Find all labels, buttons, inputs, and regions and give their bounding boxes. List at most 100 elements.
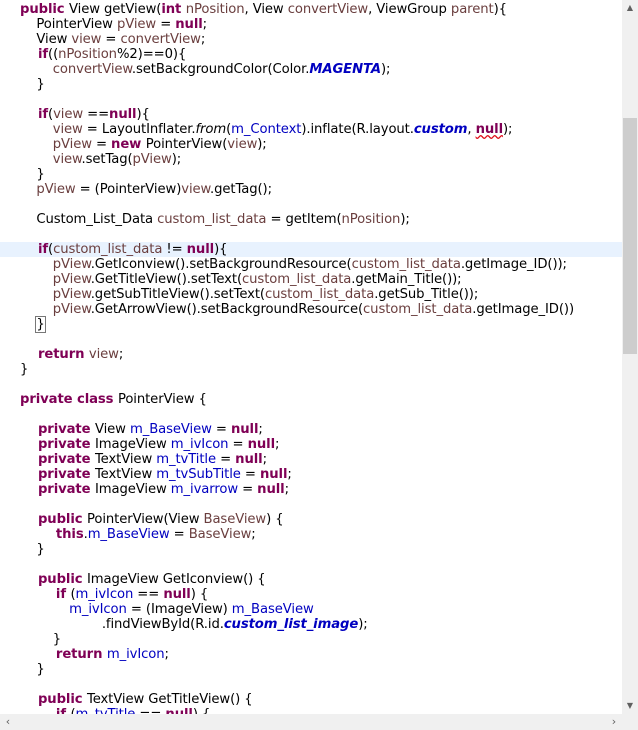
scroll-down-icon[interactable]: ▼ (622, 698, 638, 714)
code-line[interactable]: public TextView GetTitleView() { (0, 692, 253, 707)
code-line[interactable]: } (0, 77, 45, 92)
code-token: convertView (20, 62, 132, 77)
code-editor[interactable]: public View getView(int nPosition, View … (0, 0, 622, 714)
code-line[interactable]: return view; (0, 347, 123, 362)
code-line[interactable]: if((nPosition%2)==0){ (0, 47, 186, 62)
code-line[interactable]: } (0, 632, 61, 647)
code-token: if (20, 47, 49, 62)
code-line[interactable]: pView = new PointerView(view); (0, 137, 267, 152)
code-token: .getImage_ID()); (460, 257, 567, 272)
code-token: custom_list_data (351, 257, 461, 272)
code-token: = (228, 437, 248, 452)
code-token: ); (400, 212, 410, 227)
code-line[interactable]: convertView.setBackgroundColor(Color.MAG… (0, 62, 391, 77)
code-line[interactable]: .findViewById(R.id.custom_list_image); (0, 617, 368, 632)
code-line[interactable]: if (m_ivIcon == null) { (0, 587, 208, 602)
vertical-scroll-thumb[interactable] (623, 118, 637, 354)
scroll-up-icon[interactable]: ▲ (622, 0, 638, 16)
code-token: .getImage_ID()) (472, 302, 574, 317)
code-line[interactable]: } (0, 662, 44, 677)
code-line[interactable]: view.setTag(pView); (0, 152, 181, 167)
code-token: } (20, 77, 45, 92)
code-line[interactable]: private class PointerView { (0, 392, 207, 407)
code-line[interactable]: if (m_tvTitle == null) { (0, 707, 210, 714)
code-token: ); (503, 122, 513, 137)
code-token: m_ivarrow (170, 482, 239, 497)
code-line[interactable]: private ImageView m_ivIcon = null; (0, 437, 280, 452)
code-line[interactable]: public View getView(int nPosition, View … (0, 2, 507, 17)
vertical-scrollbar[interactable]: ▲ ▼ (622, 0, 638, 714)
code-token: view (20, 152, 82, 167)
code-token: ); (257, 137, 267, 152)
code-line[interactable]: Custom_List_Data custom_list_data = getI… (0, 212, 410, 227)
code-line[interactable]: } (0, 167, 45, 182)
code-line[interactable] (0, 332, 20, 347)
code-token: custom_list_data (363, 302, 473, 317)
code-line[interactable]: private TextView m_tvSubTitle = null; (0, 467, 292, 482)
code-token: m_BaseView (87, 527, 170, 542)
code-token: .getSubTitleView().setText( (90, 287, 265, 302)
code-token: ; (118, 347, 124, 362)
code-token: == (133, 587, 164, 602)
code-line[interactable] (0, 557, 20, 572)
code-token: null (175, 17, 203, 32)
code-token: ); (171, 152, 182, 167)
code-line[interactable]: pView.getSubTitleView().setText(custom_l… (0, 287, 479, 302)
code-token: .GetArrowView().setBackgroundResource( (90, 302, 364, 317)
code-line[interactable]: private ImageView m_ivarrow = null; (0, 482, 289, 497)
code-token: view (20, 122, 83, 137)
code-line[interactable]: pView.GetArrowView().setBackgroundResour… (0, 302, 574, 317)
code-token: nPosition (185, 2, 245, 17)
code-line[interactable]: private TextView m_tvTitle = null; (0, 452, 267, 467)
code-line[interactable] (0, 497, 20, 512)
code-line[interactable] (0, 377, 20, 392)
code-token: pView (20, 272, 91, 287)
horizontal-scrollbar[interactable]: ‹ › (0, 714, 622, 730)
code-token: return (20, 647, 107, 662)
code-line[interactable]: view = LayoutInflater.from(m_Context).in… (0, 122, 513, 137)
code-token: View (94, 422, 130, 437)
code-line[interactable]: public ImageView GetIconview() { (0, 572, 266, 587)
code-line[interactable]: return m_ivIcon; (0, 647, 169, 662)
code-line[interactable]: View view = convertView; (0, 32, 205, 47)
code-line[interactable] (0, 227, 20, 242)
code-line[interactable]: } (0, 362, 28, 377)
code-line[interactable] (0, 407, 20, 422)
code-token: private (20, 482, 95, 497)
code-line[interactable]: if(view ==null){ (0, 107, 150, 122)
code-line[interactable]: } (0, 316, 46, 333)
code-line[interactable]: pView = (PointerView)view.getTag(); (0, 182, 272, 197)
code-token: .setBackgroundColor(Color. (131, 62, 310, 77)
code-token: } (20, 362, 29, 377)
code-line[interactable]: if(custom_list_data != null){ (0, 242, 622, 257)
code-token: ) { (190, 587, 209, 602)
code-token: = LayoutInflater. (82, 122, 196, 137)
scroll-right-icon[interactable]: › (606, 714, 622, 730)
code-line[interactable]: m_ivIcon = (ImageView) m_BaseView (0, 602, 314, 617)
code-line[interactable]: pView.GetTitleView().setText(custom_list… (0, 272, 462, 287)
code-token: public (20, 2, 70, 17)
code-line[interactable] (0, 92, 20, 107)
code-line[interactable]: public PointerView(View BaseView) { (0, 512, 284, 527)
code-line[interactable]: pView.GetIconview().setBackgroundResourc… (0, 257, 567, 272)
scroll-left-icon[interactable]: ‹ (0, 714, 16, 730)
code-line[interactable]: PointerView pView = null; (0, 17, 207, 32)
code-token: != (162, 242, 187, 257)
code-token: ; (284, 482, 289, 497)
code-token: .getSub_Title()); (374, 287, 479, 302)
code-token: = (169, 527, 189, 542)
code-token: PointerView (20, 17, 117, 32)
code-token: PointerView( (145, 137, 228, 152)
code-token: null (475, 122, 504, 137)
scrollbar-corner (622, 714, 638, 730)
code-line[interactable]: } (0, 542, 44, 557)
code-line[interactable] (0, 197, 20, 212)
code-token: ; (164, 647, 169, 662)
code-token: view (181, 182, 211, 197)
code-token: View getView( (69, 2, 162, 17)
code-line[interactable] (0, 677, 20, 692)
code-line[interactable]: this.m_BaseView = BaseView; (0, 527, 256, 542)
code-token: } (20, 167, 45, 182)
code-token: pView (20, 137, 92, 152)
code-line[interactable]: private View m_BaseView = null; (0, 422, 263, 437)
